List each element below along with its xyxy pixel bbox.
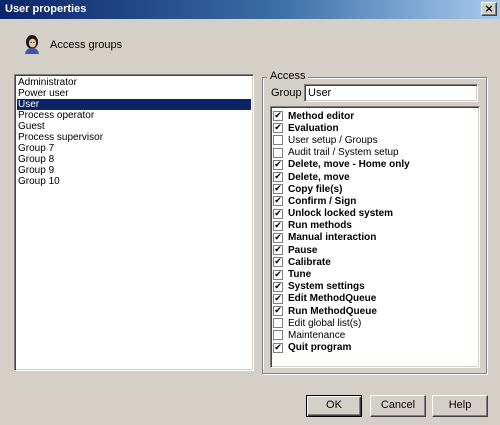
checkbox-unchecked-icon[interactable] [273, 135, 283, 146]
permission-label: User setup / Groups [288, 134, 378, 146]
permission-item[interactable]: ✔ Run methods [273, 220, 477, 232]
permission-label: Method editor [288, 110, 355, 122]
checkbox-checked-icon[interactable]: ✔ [273, 269, 283, 280]
permission-label: Copy file(s) [288, 183, 343, 195]
close-icon: × [484, 2, 494, 15]
checkbox-checked-icon[interactable]: ✔ [273, 293, 283, 304]
checkbox-checked-icon[interactable]: ✔ [273, 172, 283, 183]
close-button[interactable]: × [481, 2, 497, 16]
group-name-field[interactable]: User [304, 84, 478, 102]
permission-item[interactable]: ✔ Manual interaction [273, 232, 477, 244]
checkbox-checked-icon[interactable]: ✔ [273, 257, 283, 268]
access-legend: Access [267, 70, 309, 82]
permission-item[interactable]: ✔ System settings [273, 281, 477, 293]
user-icon [22, 34, 42, 54]
permission-item[interactable]: User setup / Groups [273, 134, 477, 146]
help-button-label: Help [448, 399, 472, 411]
permissions-list[interactable]: ✔ Method editor ✔ Evaluation User setup / Gr… [270, 106, 480, 368]
permission-label: Delete, move [288, 171, 350, 183]
permission-label: Tune [288, 269, 312, 281]
permission-label: Audit trail / System setup [288, 147, 399, 159]
group-list-item[interactable]: Group 9 [17, 165, 251, 176]
permission-item[interactable]: ✔ Edit MethodQueue [273, 293, 477, 305]
permission-item[interactable]: Audit trail / System setup [273, 147, 477, 159]
permission-label: Calibrate [288, 256, 331, 268]
checkbox-checked-icon[interactable]: ✔ [273, 159, 283, 170]
permission-item[interactable]: Maintenance [273, 329, 477, 341]
permission-label: Evaluation [288, 122, 339, 134]
help-button[interactable]: Help [432, 395, 488, 417]
checkbox-checked-icon[interactable]: ✔ [273, 342, 283, 353]
group-list-item[interactable]: Administrator [17, 77, 251, 88]
group-list-item[interactable]: Group 8 [17, 154, 251, 165]
checkbox-checked-icon[interactable]: ✔ [273, 306, 283, 317]
permission-label: System settings [288, 281, 365, 293]
permission-item[interactable]: ✔ Quit program [273, 342, 477, 354]
permission-label: Delete, move - Home only [288, 159, 410, 171]
cancel-button[interactable]: Cancel [370, 395, 426, 417]
checkbox-checked-icon[interactable]: ✔ [273, 220, 283, 231]
permission-item[interactable]: ✔ Calibrate [273, 256, 477, 268]
group-list-item[interactable]: Group 10 [17, 176, 251, 187]
permission-label: Pause [288, 244, 318, 256]
checkbox-unchecked-icon[interactable] [273, 330, 283, 341]
checkbox-checked-icon[interactable]: ✔ [273, 208, 283, 219]
group-list-item[interactable]: Process operator [17, 110, 251, 121]
title-bar: User properties × [0, 0, 500, 19]
checkbox-unchecked-icon[interactable] [273, 318, 283, 329]
group-list-item[interactable]: Group 7 [17, 143, 251, 154]
permission-item[interactable]: ✔ Copy file(s) [273, 183, 477, 195]
ok-button-label: OK [326, 399, 342, 411]
permission-item[interactable]: Edit global list(s) [273, 317, 477, 329]
permission-label: Run MethodQueue [288, 305, 377, 317]
checkbox-checked-icon[interactable]: ✔ [273, 245, 283, 256]
permission-item[interactable]: ✔ Unlock locked system [273, 208, 477, 220]
checkbox-unchecked-icon[interactable] [273, 147, 283, 158]
checkbox-checked-icon[interactable]: ✔ [273, 111, 283, 122]
permission-label: Run methods [288, 220, 352, 232]
permission-item[interactable]: ✔ Delete, move - Home only [273, 159, 477, 171]
group-list-item[interactable]: Process supervisor [17, 132, 251, 143]
permission-label: Edit MethodQueue [288, 293, 377, 305]
permission-label: Edit global list(s) [288, 317, 362, 329]
window-title: User properties [5, 3, 87, 15]
group-list-item[interactable]: Power user [17, 88, 251, 99]
permission-item[interactable]: ✔ Tune [273, 268, 477, 280]
permission-label: Unlock locked system [288, 208, 394, 220]
group-label: Group [271, 87, 302, 99]
access-groups-label: Access groups [50, 39, 123, 51]
permission-item[interactable]: ✔ Evaluation [273, 122, 477, 134]
permission-label: Manual interaction [288, 232, 377, 244]
checkbox-checked-icon[interactable]: ✔ [273, 232, 283, 243]
group-list-item[interactable]: User [17, 99, 251, 110]
permission-item[interactable]: ✔ Delete, move [273, 171, 477, 183]
permission-item[interactable]: ✔ Method editor [273, 110, 477, 122]
permission-item[interactable]: ✔ Confirm / Sign [273, 195, 477, 207]
permission-item[interactable]: ✔ Pause [273, 244, 477, 256]
checkbox-checked-icon[interactable]: ✔ [273, 196, 283, 207]
cancel-button-label: Cancel [380, 399, 416, 411]
group-list-item[interactable]: Guest [17, 121, 251, 132]
checkbox-checked-icon[interactable]: ✔ [273, 184, 283, 195]
permission-item[interactable]: ✔ Run MethodQueue [273, 305, 477, 317]
permission-label: Maintenance [288, 329, 346, 341]
checkbox-checked-icon[interactable]: ✔ [273, 123, 283, 134]
checkbox-checked-icon[interactable]: ✔ [273, 281, 283, 292]
group-list[interactable]: Administrator Power user User Process opera… [14, 74, 254, 371]
ok-button[interactable]: OK [306, 395, 362, 417]
permission-label: Confirm / Sign [288, 195, 357, 207]
permission-label: Quit program [288, 342, 352, 354]
